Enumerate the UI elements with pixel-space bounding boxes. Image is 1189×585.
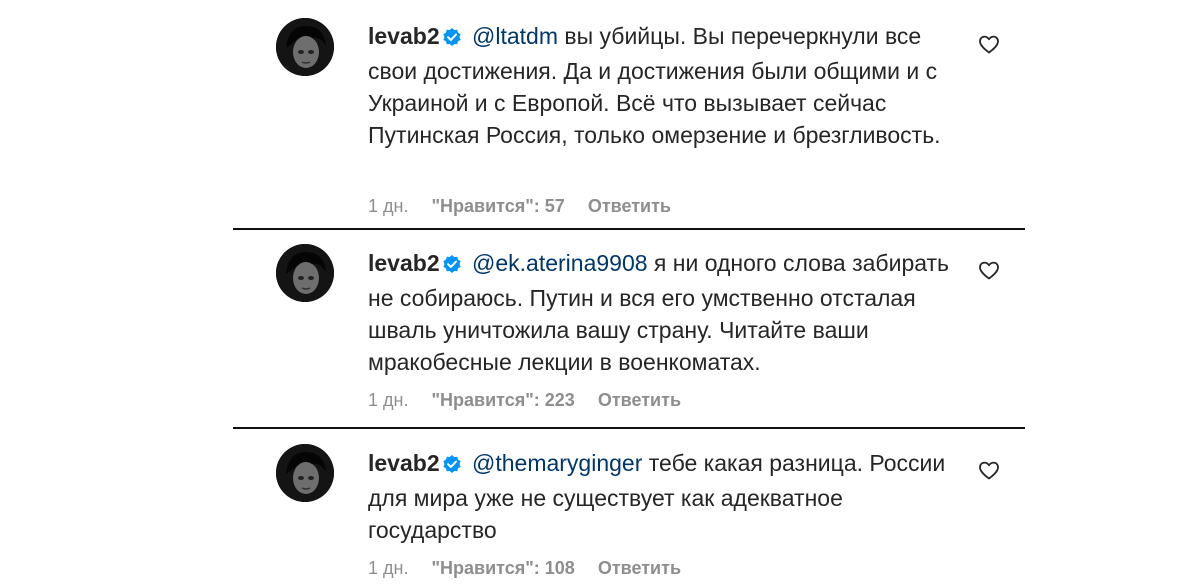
divider [233,427,1025,429]
likes-count[interactable]: "Нравится": 108 [431,558,574,578]
divider [233,228,1025,230]
avatar[interactable] [276,18,334,76]
verified-badge-icon [442,450,462,482]
comment-meta: 1 дн. "Нравится": 223 Ответить [368,390,681,411]
mention-link[interactable]: @themaryginger [472,450,642,476]
avatar[interactable] [276,444,334,502]
like-heart-icon[interactable] [977,458,1001,482]
reply-button[interactable]: Ответить [588,196,671,216]
likes-count[interactable]: "Нравится": 223 [431,390,574,410]
comment-body: levab2 @ek.aterina9908 я ни одного слова… [368,247,958,378]
reply-button[interactable]: Ответить [598,390,681,410]
verified-badge-icon [442,23,462,55]
comment-body: levab2 @ltatdm вы убийцы. Вы перечеркнул… [368,20,958,151]
username-link[interactable]: levab2 [368,23,440,49]
like-heart-icon[interactable] [977,258,1001,282]
likes-count[interactable]: "Нравится": 57 [431,196,564,216]
mention-link[interactable]: @ltatdm [472,23,558,49]
username-link[interactable]: levab2 [368,450,440,476]
comment-meta: 1 дн. "Нравится": 57 Ответить [368,196,671,217]
like-heart-icon[interactable] [977,32,1001,56]
avatar[interactable] [276,244,334,302]
comment-body: levab2 @themaryginger тебе какая разница… [368,447,958,546]
reply-button[interactable]: Ответить [598,558,681,578]
comment-time[interactable]: 1 дн. [368,196,408,216]
verified-badge-icon [442,250,462,282]
comment-time[interactable]: 1 дн. [368,390,408,410]
comment-time[interactable]: 1 дн. [368,558,408,578]
comment-meta: 1 дн. "Нравится": 108 Ответить [368,558,681,579]
username-link[interactable]: levab2 [368,250,440,276]
mention-link[interactable]: @ek.aterina9908 [472,250,648,276]
